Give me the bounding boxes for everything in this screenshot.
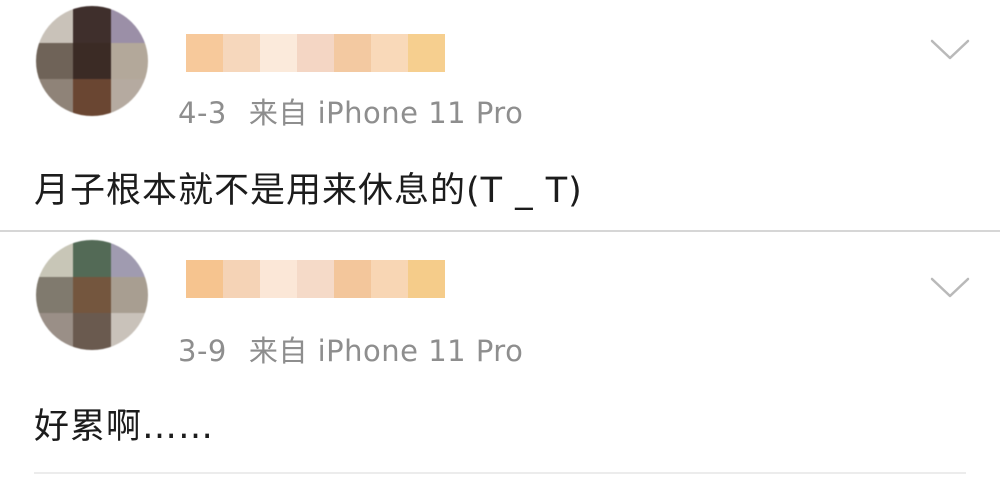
avatar-pixel [36, 313, 74, 350]
comment-date: 3-9 [178, 334, 227, 368]
avatar-pixel [73, 6, 111, 43]
avatar-pixel [110, 276, 148, 314]
avatar-pixel [73, 42, 111, 80]
username-pixel [371, 34, 408, 72]
comment-meta: 3-9 来自 iPhone 11 Pro [178, 328, 523, 370]
avatar-pixel [110, 313, 148, 350]
comment-item: 3-9 来自 iPhone 11 Pro 好累啊…… [0, 232, 1000, 479]
username-pixel [334, 34, 371, 72]
avatar-pixel [73, 79, 111, 116]
divider [34, 472, 966, 474]
avatar-pixel [73, 276, 111, 314]
avatar[interactable] [36, 6, 148, 116]
avatar-pixel [73, 313, 111, 350]
comment-text: 好累啊…… [34, 407, 215, 447]
username-pixelated[interactable] [186, 260, 445, 298]
comment-item: 4-3 来自 iPhone 11 Pro 月子根本就不是用来休息的(T _ T) [0, 0, 1000, 230]
avatar-pixel [36, 276, 74, 314]
comment-source: 来自 iPhone 11 Pro [248, 334, 524, 368]
username-pixel [186, 260, 223, 298]
username-pixel [186, 34, 223, 72]
chevron-down-icon[interactable] [930, 38, 970, 62]
username-pixel [408, 34, 445, 72]
comment-meta: 4-3 来自 iPhone 11 Pro [178, 90, 523, 132]
avatar-pixel [110, 42, 148, 80]
avatar-pixel [110, 79, 148, 116]
avatar-pixel [110, 6, 148, 43]
username-pixel [408, 260, 445, 298]
username-pixel [334, 260, 371, 298]
username-pixel [223, 34, 260, 72]
avatar-pixel [36, 6, 74, 43]
avatar-pixel [73, 240, 111, 277]
comment-text: 月子根本就不是用来休息的(T _ T) [34, 171, 583, 211]
comment-date: 4-3 [178, 96, 227, 130]
avatar-pixel [36, 240, 74, 277]
avatar-pixel [110, 240, 148, 277]
chevron-down-icon[interactable] [930, 276, 970, 300]
username-pixel [297, 34, 334, 72]
comment-feed: 4-3 来自 iPhone 11 Pro 月子根本就不是用来休息的(T _ T) … [0, 0, 1000, 479]
username-pixel [260, 260, 297, 298]
username-pixel [260, 34, 297, 72]
username-pixel [371, 260, 408, 298]
avatar[interactable] [36, 240, 148, 350]
username-pixel [297, 260, 334, 298]
username-pixelated[interactable] [186, 34, 445, 72]
avatar-pixel [36, 42, 74, 80]
username-pixel [223, 260, 260, 298]
comment-source: 来自 iPhone 11 Pro [248, 96, 524, 130]
avatar-pixel [36, 79, 74, 116]
